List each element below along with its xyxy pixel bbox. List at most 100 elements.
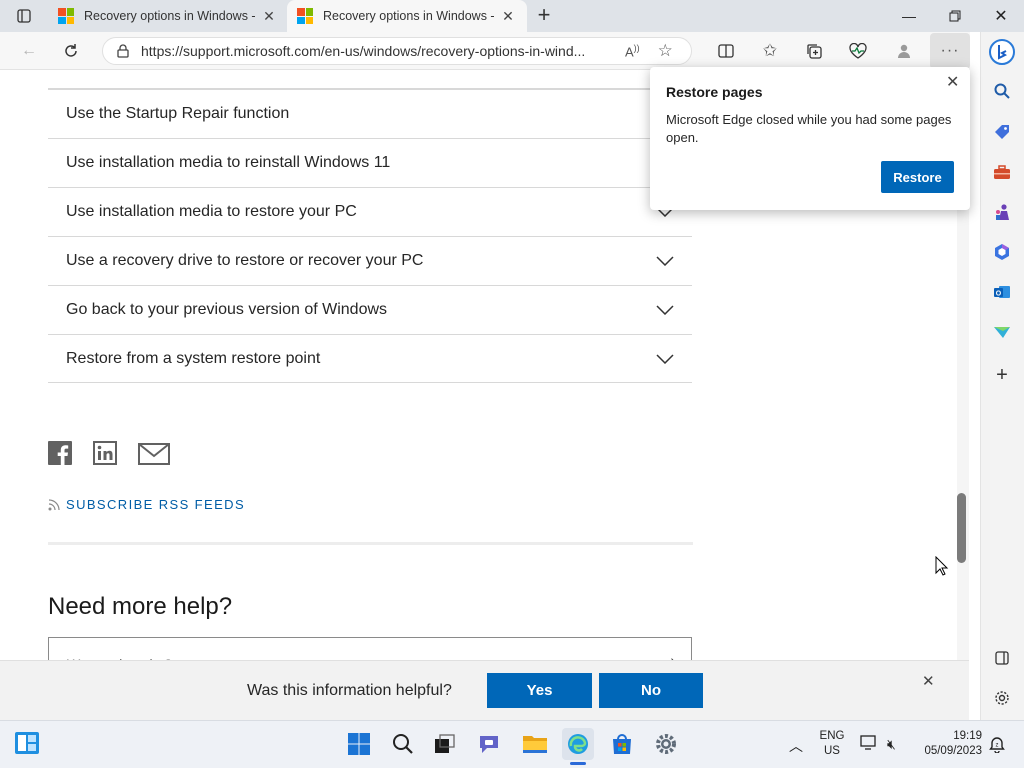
feedback-no-button[interactable]: No [599, 673, 703, 708]
search-icon [393, 734, 413, 754]
restore-window-icon [949, 10, 961, 22]
show-hidden-icons-chevron-up-icon[interactable]: ︿ [789, 736, 803, 756]
accordion-item-restore-pc[interactable]: Use installation media to restore your P… [48, 187, 692, 236]
feedback-yes-button[interactable]: Yes [487, 673, 592, 708]
accordion-item-go-back[interactable]: Go back to your previous version of Wind… [48, 285, 692, 334]
clock-date: 05/09/2023 [924, 745, 982, 757]
keyboard-region: US [824, 745, 840, 757]
search-button[interactable] [980, 71, 1024, 111]
file-explorer-button[interactable] [519, 728, 551, 760]
profile-button[interactable] [889, 36, 919, 66]
profile-icon [898, 44, 910, 58]
outlook-icon: O [994, 286, 1010, 298]
chevron-down-icon [656, 256, 674, 266]
popup-close-icon[interactable]: ✕ [946, 72, 959, 92]
collections-button[interactable] [799, 36, 829, 66]
office-icon [995, 244, 1009, 260]
accordion-item-recovery-drive[interactable]: Use a recovery drive to restore or recov… [48, 236, 692, 285]
games-button[interactable] [980, 192, 1024, 232]
accordion-label: Use a recovery drive to restore or recov… [66, 252, 424, 269]
accordion-label: Go back to your previous version of Wind… [66, 301, 388, 318]
svg-text:O: O [996, 291, 1002, 298]
hide-sidebar-button[interactable] [980, 638, 1024, 678]
minimize-button[interactable]: — [886, 0, 932, 32]
scrollbar-thumb[interactable] [957, 493, 966, 563]
tools-button[interactable] [980, 152, 1024, 192]
close-tab-icon[interactable]: ✕ [259, 8, 279, 25]
notification-bell-icon[interactable]: z [988, 735, 1006, 753]
feedback-bar [0, 660, 969, 720]
display-icon[interactable] [860, 735, 878, 751]
chevron-down-icon [656, 305, 674, 315]
subscribe-rss-link[interactable]: SUBSCRIBE RSS FEEDS [48, 497, 245, 512]
edge-taskbar-button[interactable] [562, 728, 594, 760]
edge-active-indicator [570, 762, 586, 765]
restore-button[interactable] [932, 0, 978, 32]
gear-icon [656, 734, 676, 754]
start-button[interactable] [343, 728, 375, 760]
accordion-item-startup-repair[interactable]: Use the Startup Repair function [48, 89, 692, 138]
microsoft-logo-icon [297, 8, 313, 24]
back-button[interactable]: ← [14, 36, 44, 66]
close-window-button[interactable]: ✕ [978, 0, 1024, 32]
folder-icon [523, 736, 547, 753]
sidebar-settings-button[interactable] [980, 678, 1024, 718]
add-to-sidebar-button[interactable]: + [980, 355, 1024, 395]
outlook-button[interactable]: O [980, 272, 1024, 312]
close-feedback-icon[interactable]: ✕ [922, 672, 935, 690]
sidebar-panel-icon [995, 651, 1009, 665]
language-code: ENG [819, 730, 845, 742]
popup-message: Microsoft Edge closed while you had some… [666, 112, 952, 145]
widgets-icon [15, 732, 39, 754]
need-more-help-heading: Need more help? [48, 593, 233, 620]
favorites-button[interactable]: ✩ [755, 36, 785, 66]
subscribe-rss-label: SUBSCRIBE RSS FEEDS [66, 497, 246, 512]
tab-title: Recovery options in Windows - M [323, 9, 498, 23]
task-view-button[interactable] [429, 728, 461, 760]
language-indicator[interactable]: ENG US [816, 729, 848, 759]
toolbox-icon [994, 165, 1010, 179]
share-linkedin-link[interactable] [93, 441, 117, 465]
favorite-star-icon[interactable]: ☆ [658, 41, 673, 61]
tab-2-active[interactable]: Recovery options in Windows - M ✕ [287, 0, 527, 32]
feedback-question: Was this information helpful? [247, 682, 452, 699]
browser-essentials-button[interactable] [843, 36, 873, 66]
microsoft-365-button[interactable] [980, 232, 1024, 272]
restore-button[interactable]: Restore [881, 161, 954, 193]
drop-button[interactable] [980, 312, 1024, 352]
tab-1[interactable]: Recovery options in Windows - M ✕ [48, 0, 286, 32]
lock-icon[interactable] [117, 44, 129, 58]
rss-icon [48, 498, 60, 510]
split-screen-button[interactable] [711, 36, 741, 66]
new-tab-button[interactable]: + [532, 4, 556, 28]
chess-piece-icon [996, 204, 1009, 220]
facebook-icon [48, 441, 72, 465]
collections-icon [807, 44, 822, 59]
taskbar-search-button[interactable] [387, 728, 419, 760]
teams-chat-button[interactable] [473, 728, 505, 760]
tab-actions-button[interactable] [8, 0, 40, 32]
settings-taskbar-button[interactable] [650, 728, 682, 760]
address-bar[interactable]: https://support.microsoft.com/en-us/wind… [102, 37, 692, 65]
accordion-label: Restore from a system restore point [66, 349, 321, 367]
read-aloud-icon[interactable]: A)) [625, 43, 640, 59]
refresh-button[interactable] [56, 36, 86, 66]
heart-pulse-icon [849, 43, 867, 59]
edge-icon [568, 734, 588, 754]
close-tab-icon[interactable]: ✕ [498, 8, 518, 25]
microsoft-store-button[interactable] [606, 728, 638, 760]
share-email-link[interactable] [138, 443, 170, 465]
accordion-item-system-restore[interactable]: Restore from a system restore point [48, 334, 692, 383]
bing-copilot-button[interactable] [980, 32, 1024, 72]
email-envelope-icon [138, 443, 170, 465]
share-facebook-link[interactable] [48, 441, 72, 465]
accordion-item-reinstall-windows[interactable]: Use installation media to reinstall Wind… [48, 138, 692, 187]
chevron-down-icon [656, 353, 674, 364]
settings-and-more-button[interactable]: ··· [930, 33, 970, 69]
volume-muted-icon[interactable]: 🔇︎ [887, 736, 896, 753]
clock[interactable]: 19:19 05/09/2023 [914, 729, 982, 759]
gear-icon [995, 691, 1009, 705]
shopping-button[interactable] [980, 112, 1024, 152]
widgets-button[interactable] [14, 731, 40, 755]
tab-actions-icon [17, 9, 31, 23]
